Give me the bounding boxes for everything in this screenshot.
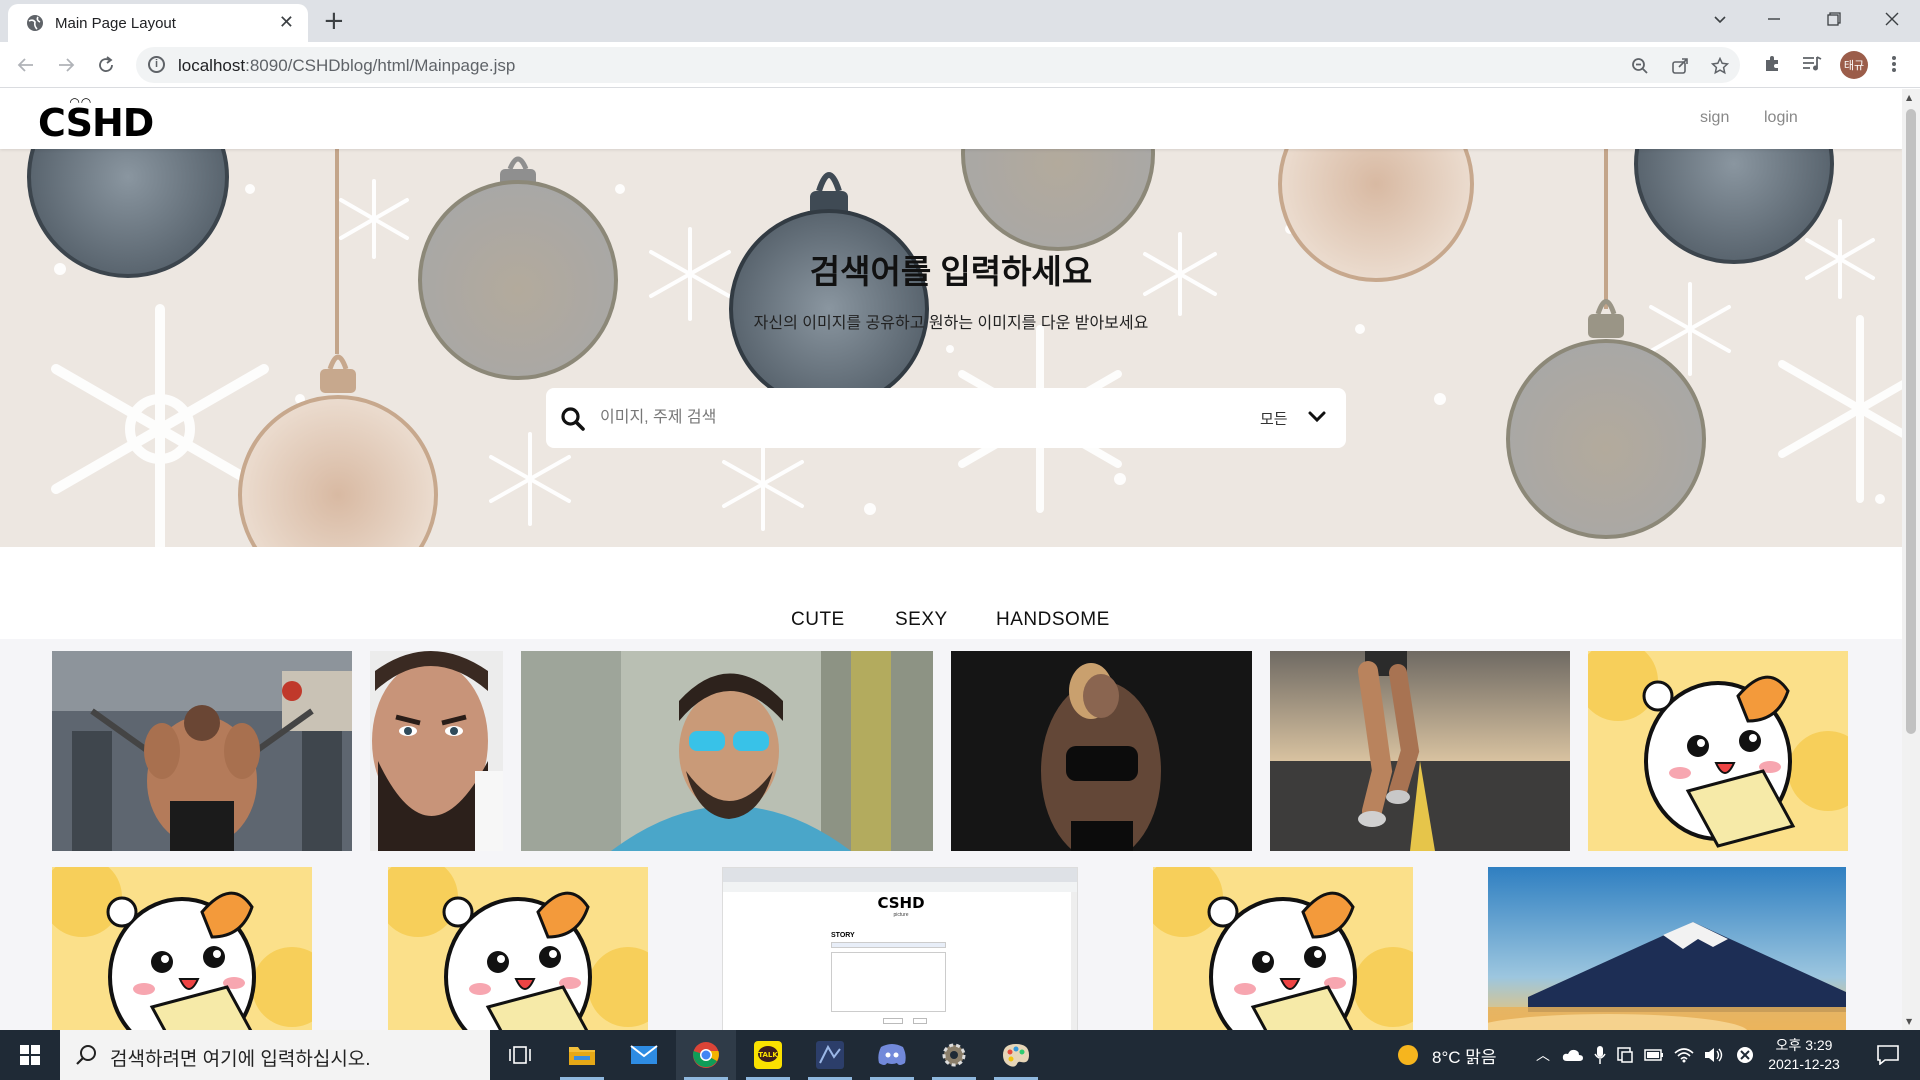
gallery-image-hamster-4[interactable] [1153,867,1413,1030]
hero-title: 검색어를 입력하세요 [809,253,1093,290]
tab-title: Main Page Layout [55,15,176,32]
screenshot-story-label: STORY [831,932,855,939]
hero-banner: 검색어를 입력하세요 자신의 이미지를 공유하고 원하는 이미지를 다운 받아보… [0,149,1902,547]
search-bar: 모든 [546,388,1346,448]
mail-icon[interactable] [614,1030,674,1080]
gallery-image-hamster-3[interactable] [388,867,648,1030]
browser-tab[interactable]: Main Page Layout ✕ [8,4,308,42]
hero-subtitle: 자신의 이미지를 공유하고 원하는 이미지를 다운 받아보세요 [753,315,1149,332]
screenshot-textarea [831,952,946,1012]
taskbar-search-box[interactable]: 검색하려면 여기에 입력하십시오. [60,1030,490,1080]
windows-taskbar: 검색하려면 여기에 입력하십시오. TALK 8°C 맑음 ︿ 오후 3:29 … [0,1030,1920,1080]
gallery-image-sunglasses-man[interactable] [521,651,933,851]
scroll-up-icon[interactable]: ▲ [1906,93,1912,102]
gallery-image-blog-screenshot[interactable]: CSHD picture STORY [722,867,1078,1030]
gallery-image-bearded-man[interactable] [370,651,503,851]
system-tray: ︿ [1530,1030,1754,1080]
address-bar[interactable]: i localhost:8090/CSHDblog/html/Mainpage.… [136,47,1740,83]
weather-widget[interactable]: 8°C 맑음 [1396,1030,1497,1080]
url-text: localhost:8090/CSHDblog/html/Mainpage.js… [178,56,516,75]
category-tabs: CUTE SEXY HANDSOME [0,609,1902,639]
battery-icon[interactable] [1644,1048,1664,1062]
paint-palette-icon[interactable] [986,1030,1046,1080]
restore-icon[interactable] [1808,0,1860,38]
category-tab-handsome[interactable]: HANDSOME [996,609,1110,631]
christmas-ornament-background [27,149,1902,547]
gallery-image-gym[interactable] [52,651,352,851]
site-header: ◠ ◠ CSHD sign login [0,89,1902,149]
zoom-icon[interactable] [1630,56,1650,76]
gallery-image-runner[interactable] [1270,651,1570,851]
screenshot-address-bar [723,882,1077,892]
chrome-icon[interactable] [676,1030,736,1080]
globe-icon [27,15,43,31]
task-view-icon[interactable] [490,1030,550,1080]
share-icon[interactable] [1670,56,1690,76]
screenshot-browser-bar [723,868,1077,882]
taskbar-clock[interactable]: 오후 3:29 2021-12-23 [1762,1036,1846,1074]
category-tab-cute[interactable]: CUTE [791,609,845,631]
weather-text: 8°C 맑음 [1432,1047,1497,1067]
gallery-image-hamster[interactable] [1588,651,1848,851]
screenshot-button [883,1018,903,1024]
media-control-icon[interactable] [1802,54,1822,74]
close-tab-icon[interactable]: ✕ [279,12,294,33]
screenshot-logo: CSHD [877,894,925,912]
forward-arrow-icon[interactable] [50,49,82,81]
scrollbar-thumb[interactable] [1906,109,1916,734]
reload-icon[interactable] [90,49,122,81]
category-tab-sexy[interactable]: SEXY [895,609,948,631]
taskbar-search-placeholder: 검색하려면 여기에 입력하십시오. [110,1049,371,1070]
gallery-image-fitness-woman[interactable] [951,651,1252,851]
sign-link[interactable]: sign [1700,109,1729,127]
microphone-icon[interactable] [1594,1045,1606,1065]
site-logo[interactable]: ◠ ◠ CSHD [38,95,154,145]
screenshot-button [913,1018,927,1024]
more-menu-icon[interactable] [1884,54,1904,74]
device-icon[interactable] [1616,1046,1634,1064]
extensions-icon[interactable] [1762,54,1782,74]
scroll-down-icon[interactable]: ▼ [1906,1017,1912,1026]
gallery-image-mount-fuji[interactable] [1488,867,1846,1030]
file-explorer-icon[interactable] [552,1030,612,1080]
site-info-icon[interactable]: i [148,56,165,73]
back-arrow-icon[interactable] [10,49,42,81]
eclipse-icon[interactable] [800,1030,860,1080]
gallery-image-hamster-2[interactable] [52,867,312,1030]
clock-date: 2021-12-23 [1768,1056,1840,1072]
bookmark-star-icon[interactable] [1710,56,1730,76]
kakaotalk-icon[interactable]: TALK [738,1030,798,1080]
screenshot-scrollbar [1071,892,1077,1030]
close-window-icon[interactable] [1866,0,1918,38]
page-scrollbar[interactable]: ▲ ▼ [1902,89,1920,1030]
svg-text:TALK: TALK [758,1051,778,1059]
logo-ears-icon: ◠ ◠ [70,95,91,109]
notification-center-icon[interactable] [1858,1030,1918,1080]
windows-start-icon[interactable] [0,1030,60,1080]
new-tab-icon[interactable]: + [323,6,345,36]
show-hidden-icons-icon[interactable]: ︿ [1530,1045,1556,1065]
tab-search-icon[interactable] [1694,0,1746,38]
onedrive-cloud-icon[interactable] [1562,1048,1584,1062]
clock-time: 오후 3:29 [1775,1037,1833,1053]
sun-icon [1398,1045,1418,1065]
login-link[interactable]: login [1764,109,1798,127]
disconnect-icon[interactable] [1736,1046,1754,1064]
chevron-down-icon[interactable] [1306,406,1328,428]
settings-gear-icon[interactable] [924,1030,984,1080]
volume-icon[interactable] [1704,1047,1724,1063]
profile-avatar[interactable]: 태규 [1840,51,1868,79]
page-viewport: ◠ ◠ CSHD sign login 검색어를 입력하세요 자신의 이미지를 … [0,89,1902,1030]
browser-toolbar: i localhost:8090/CSHDblog/html/Mainpage.… [0,42,1920,88]
search-scope-select[interactable]: 모든 [1260,408,1288,429]
search-icon [76,1045,96,1065]
screenshot-title-field [831,942,946,948]
wifi-icon[interactable] [1674,1047,1694,1063]
search-icon[interactable] [560,406,586,432]
screenshot-caption: picture [893,912,909,918]
browser-tab-strip: Main Page Layout ✕ + [0,0,1920,42]
discord-icon[interactable] [862,1030,922,1080]
search-input[interactable] [600,388,1200,448]
minimize-icon[interactable] [1748,0,1800,38]
